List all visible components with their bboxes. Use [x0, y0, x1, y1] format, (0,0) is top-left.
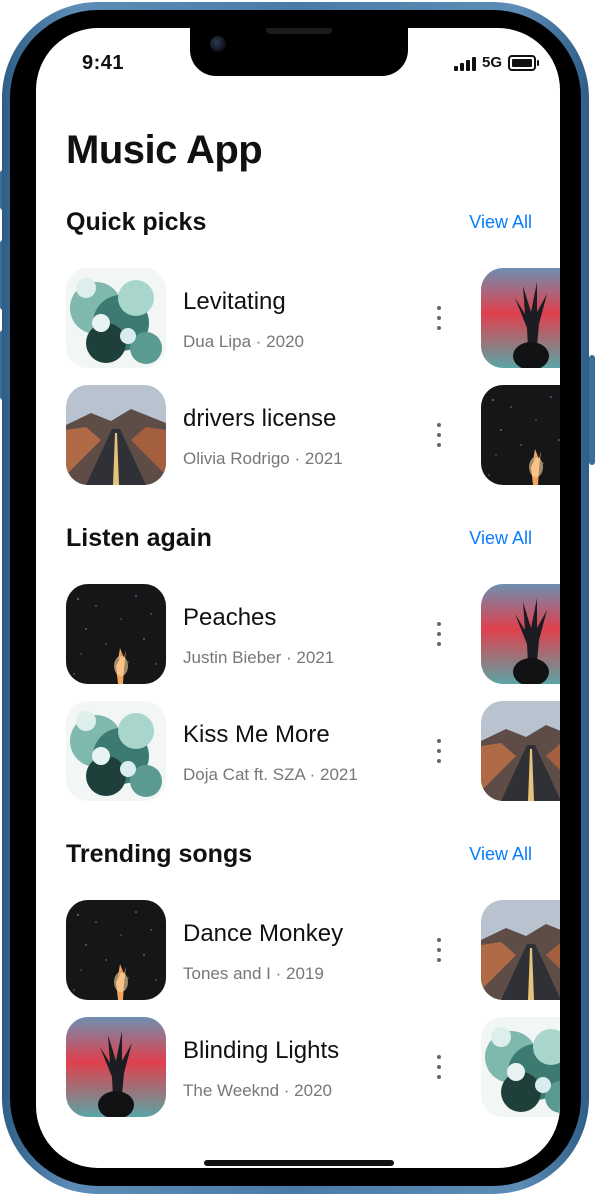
song-row[interactable]: Blinding Lights The Weeknd · 2020: [66, 1017, 560, 1117]
home-indicator[interactable]: [204, 1160, 394, 1166]
song-title: Dance Monkey: [183, 920, 344, 947]
album-cover[interactable]: [66, 385, 166, 485]
more-vertical-icon[interactable]: [432, 423, 446, 447]
status-time: 9:41: [82, 52, 125, 74]
more-vertical-icon[interactable]: [432, 306, 446, 330]
song-artist-year: The Weeknd · 2020: [183, 1081, 332, 1100]
next-album-cover[interactable]: [481, 1017, 560, 1117]
song-artist-year: Doja Cat ft. SZA · 2021: [183, 765, 358, 784]
page-title: Music App: [66, 128, 263, 172]
song-title: Blinding Lights: [183, 1037, 340, 1064]
album-cover[interactable]: [66, 900, 166, 1000]
view-all-link[interactable]: View All: [469, 212, 532, 233]
next-album-cover[interactable]: [481, 385, 560, 485]
song-artist-year: Dua Lipa · 2020: [183, 332, 304, 351]
next-album-cover[interactable]: [481, 584, 560, 684]
more-vertical-icon[interactable]: [432, 622, 446, 646]
album-cover[interactable]: [66, 584, 166, 684]
section-title: Trending songs: [66, 840, 253, 868]
song-artist-year: Justin Bieber · 2021: [183, 648, 335, 667]
next-album-cover[interactable]: [481, 900, 560, 1000]
song-row[interactable]: Kiss Me More Doja Cat ft. SZA · 2021: [66, 701, 560, 801]
more-vertical-icon[interactable]: [432, 1055, 446, 1079]
speaker-grille: [266, 28, 332, 34]
song-title: Peaches: [183, 604, 277, 631]
phone-screen: 9:41 5G Music App Quick picks View All Le…: [36, 28, 560, 1168]
more-vertical-icon[interactable]: [432, 739, 446, 763]
song-row[interactable]: Levitating Dua Lipa · 2020: [66, 268, 560, 368]
notch: [190, 28, 408, 76]
song-row[interactable]: Dance Monkey Tones and I · 2019: [66, 900, 560, 1000]
power-button: [589, 355, 595, 465]
more-vertical-icon[interactable]: [432, 938, 446, 962]
song-title: Kiss Me More: [183, 721, 330, 748]
next-album-cover[interactable]: [481, 701, 560, 801]
song-title: drivers license: [183, 405, 337, 432]
status-indicators: 5G: [453, 54, 539, 71]
album-cover[interactable]: [66, 1017, 166, 1117]
battery-icon: [508, 54, 539, 71]
section-title: Quick picks: [66, 208, 207, 236]
song-title: Levitating: [183, 288, 286, 315]
section-title: Listen again: [66, 524, 212, 552]
song-row[interactable]: Peaches Justin Bieber · 2021: [66, 584, 560, 684]
front-camera: [210, 36, 226, 52]
view-all-link[interactable]: View All: [469, 528, 532, 549]
view-all-link[interactable]: View All: [469, 844, 532, 865]
song-row[interactable]: drivers license Olivia Rodrigo · 2021: [66, 385, 560, 485]
network-type: 5G: [481, 54, 502, 71]
song-artist-year: Tones and I · 2019: [183, 964, 324, 983]
album-cover[interactable]: [66, 268, 166, 368]
song-artist-year: Olivia Rodrigo · 2021: [183, 449, 343, 468]
next-album-cover[interactable]: [481, 268, 560, 368]
cellular-signal-icon: [453, 55, 476, 71]
album-cover[interactable]: [66, 701, 166, 801]
